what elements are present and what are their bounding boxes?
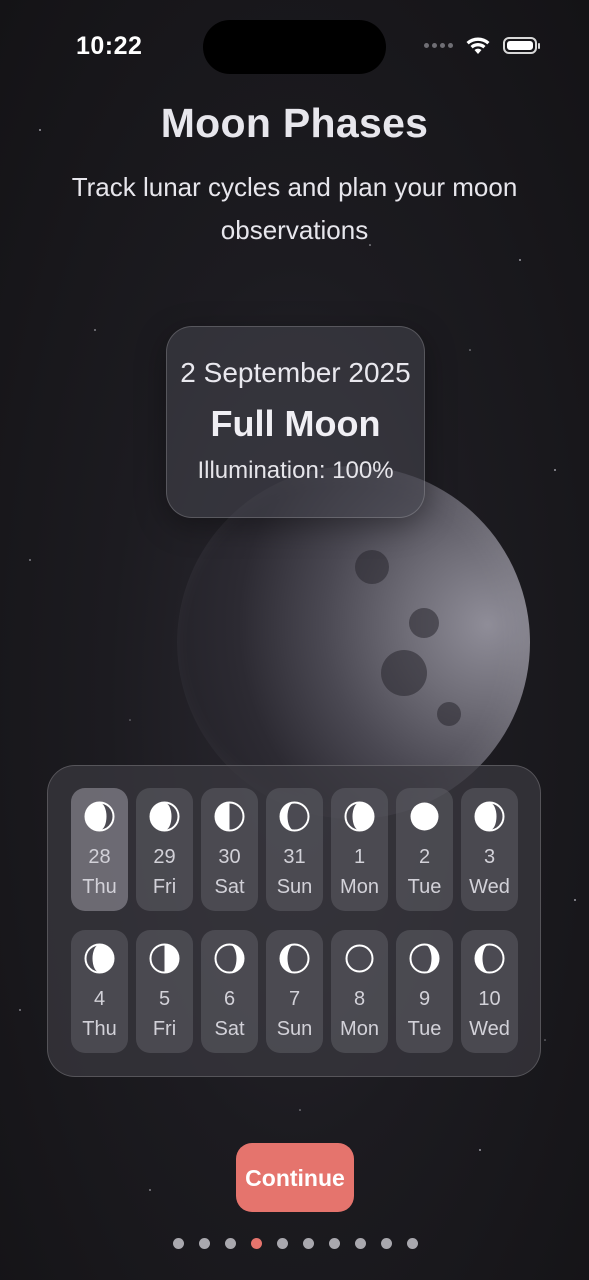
selected-phase-name: Full Moon — [210, 403, 381, 444]
day-number: 2 — [418, 846, 431, 868]
waning-crescent-icon — [474, 943, 505, 974]
waning-crescent-icon — [279, 943, 310, 974]
continue-button[interactable]: Continue — [236, 1143, 354, 1212]
page-subtitle: Track lunar cycles and plan your moon ob… — [71, 172, 518, 245]
page-dot[interactable] — [199, 1238, 210, 1249]
illumination-value: Illumination: 100% — [197, 457, 394, 484]
page-title: Moon Phases — [160, 100, 429, 146]
day-of-week: Fri — [152, 876, 177, 898]
wifi-icon — [466, 37, 490, 54]
calendar-day-cell[interactable]: 10 Wed — [461, 930, 518, 1053]
day-number: 7 — [288, 988, 301, 1010]
day-of-week: Wed — [469, 1018, 510, 1040]
day-of-week: Wed — [469, 876, 510, 898]
waxing-gibbous-icon — [84, 943, 115, 974]
calendar-day-cell[interactable]: 4 Thu — [71, 930, 128, 1053]
waxing-crescent-icon — [214, 943, 245, 974]
day-of-week: Tue — [407, 876, 442, 898]
day-number: 5 — [158, 988, 171, 1010]
day-of-week: Sat — [214, 1018, 245, 1040]
new-moon-icon — [345, 944, 374, 973]
full-moon-icon — [410, 802, 439, 831]
day-of-week: Thu — [82, 1018, 117, 1040]
day-number: 31 — [283, 846, 306, 868]
calendar-day-cell[interactable]: 8 Mon — [331, 930, 388, 1053]
day-number: 8 — [353, 988, 366, 1010]
day-number: 3 — [483, 846, 496, 868]
day-number: 1 — [353, 846, 366, 868]
page-indicator — [0, 1237, 589, 1251]
moon-calendar: 28 Thu 29 Fri 30 Sat 31 Sun 1 Mon 2 Tue 3 Wed 4 Thu 5 Fri… — [47, 765, 541, 1077]
page-dot[interactable] — [251, 1238, 262, 1249]
calendar-day-cell[interactable]: 29 Fri — [136, 788, 193, 911]
status-icons — [424, 36, 540, 55]
day-number: 28 — [88, 846, 111, 868]
day-of-week: Mon — [340, 1018, 379, 1040]
calendar-day-cell[interactable]: 28 Thu — [71, 788, 128, 911]
page-dot[interactable] — [355, 1238, 366, 1249]
waxing-gibbous-icon — [344, 801, 375, 832]
calendar-day-cell[interactable]: 30 Sat — [201, 788, 258, 911]
day-of-week: Tue — [407, 1018, 442, 1040]
page-dot[interactable] — [329, 1238, 340, 1249]
dynamic-island — [203, 20, 386, 74]
day-of-week: Sun — [276, 1018, 313, 1040]
page-dot[interactable] — [381, 1238, 392, 1249]
page-dot[interactable] — [303, 1238, 314, 1249]
day-of-week: Sun — [276, 876, 313, 898]
selected-date: 2 September 2025 — [180, 357, 411, 388]
page-dot[interactable] — [173, 1238, 184, 1249]
day-of-week: Thu — [82, 876, 117, 898]
battery-icon — [503, 37, 540, 54]
first-quarter-icon — [149, 943, 180, 974]
calendar-day-cell[interactable]: 9 Tue — [396, 930, 453, 1053]
page-dot[interactable] — [277, 1238, 288, 1249]
page-dot[interactable] — [225, 1238, 236, 1249]
waning-gibbous-icon — [474, 801, 505, 832]
day-number: 10 — [478, 988, 501, 1010]
calendar-day-cell[interactable]: 3 Wed — [461, 788, 518, 911]
selected-day-card: 2 September 2025 Full Moon Illumination:… — [166, 326, 425, 518]
calendar-day-cell[interactable]: 31 Sun — [266, 788, 323, 911]
day-number: 6 — [223, 988, 236, 1010]
day-number: 29 — [153, 846, 176, 868]
calendar-day-cell[interactable]: 1 Mon — [331, 788, 388, 911]
page-dot[interactable] — [407, 1238, 418, 1249]
calendar-day-cell[interactable]: 6 Sat — [201, 930, 258, 1053]
day-of-week: Fri — [152, 1018, 177, 1040]
calendar-day-cell[interactable]: 5 Fri — [136, 930, 193, 1053]
day-number: 4 — [93, 988, 106, 1010]
waxing-crescent-icon — [409, 943, 440, 974]
waning-gibbous-icon — [149, 801, 180, 832]
day-of-week: Sat — [214, 876, 245, 898]
waning-crescent-icon — [279, 801, 310, 832]
waning-gibbous-icon — [84, 801, 115, 832]
day-number: 9 — [418, 988, 431, 1010]
cellular-signal-icon — [424, 43, 453, 48]
calendar-day-cell[interactable]: 7 Sun — [266, 930, 323, 1053]
day-of-week: Mon — [340, 876, 379, 898]
status-bar: 10:22 — [0, 0, 589, 96]
last-quarter-icon — [214, 801, 245, 832]
calendar-day-cell[interactable]: 2 Tue — [396, 788, 453, 911]
status-time: 10:22 — [76, 32, 143, 60]
day-number: 30 — [218, 846, 241, 868]
